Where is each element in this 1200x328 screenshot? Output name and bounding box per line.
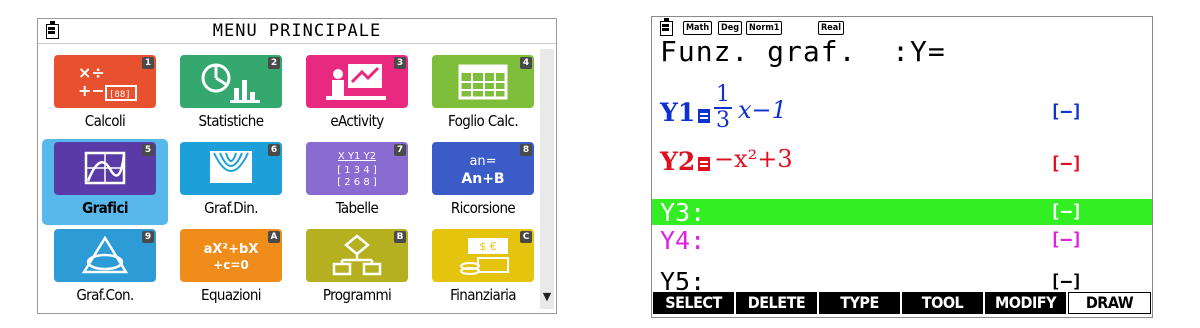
tile-tabelle[interactable]: X Y1 Y2 [ 1 3 4 ] [ 2 6 8 ] 7 Tabelle [294,139,420,225]
selected-equals-icon [698,109,710,123]
graph-function-screen: Math Deg Norm1 Real Funz. graf. :Y= Y1 1… [651,16,1153,318]
graph-title: Funz. graf. :Y= [660,35,946,68]
function-row-y4[interactable]: Y4: [—] [652,226,1152,255]
function-expression: x−1 [738,96,787,124]
scroll-down-icon[interactable]: ▼ [540,287,554,307]
main-menu-screen: MENU PRINCIPALE ×÷ +− [88] 1 Calcoli 2 S… [37,18,557,314]
function-row-y3[interactable]: Y3: [—] [652,198,1152,227]
tile-grafici[interactable]: 5 Grafici [42,139,168,225]
line-style[interactable]: [—] [1050,271,1083,291]
tile-graf-din[interactable]: 6 Graf.Din. [168,139,294,225]
equation-icon: aX²+bX +c=0 [180,229,282,282]
svg-text:×÷: ×÷ [78,63,105,82]
spreadsheet-icon [432,55,534,108]
svg-text:+−: +− [78,81,105,100]
function-key-bar: SELECT DELETE TYPE TOOL MODIFY DRAW [653,292,1151,316]
svg-text:an=: an= [469,154,496,169]
tile-graf-con[interactable]: 9 Graf.Con. [42,226,168,312]
tile-finanziaria[interactable]: $ € C Finanziaria [420,226,546,312]
eactivity-icon [306,55,408,108]
selected-equals-icon [698,157,710,171]
f4-tool-button[interactable]: TOOL [902,292,983,314]
line-style[interactable]: [—] [1050,201,1083,222]
graph-icon [54,142,156,195]
tile-eactivity[interactable]: 3 eActivity [294,52,420,138]
angle-mode-badge: Deg [718,21,743,35]
table-icon: X Y1 Y2 [ 1 3 4 ] [ 2 6 8 ] [306,142,408,195]
calculator-icon: ×÷ +− [88] [54,55,156,108]
f1-select-button[interactable]: SELECT [653,292,734,314]
f5-modify-button[interactable]: MODIFY [985,292,1066,314]
line-style[interactable]: [—] [1050,153,1083,174]
complex-mode-badge: Real [818,21,844,35]
svg-text:+c=0: +c=0 [213,258,249,272]
function-row-y1[interactable]: Y1 1 3 x−1 [—] [652,83,1152,141]
tile-programmi[interactable]: B Programmi [294,226,420,312]
line-style[interactable]: [—] [1050,101,1083,122]
tile-foglio-calc[interactable]: 4 Foglio Calc. [420,52,546,138]
conic-graph-icon [54,229,156,282]
f6-draw-button[interactable]: DRAW [1068,292,1151,314]
svg-text:$ €: $ € [479,240,497,253]
display-mode-badge: Norm1 [746,21,783,35]
function-row-y5[interactable]: Y5: [—] [652,255,1152,291]
math-mode-badge: Math [683,21,713,35]
svg-text:[88]: [88] [109,90,131,100]
function-row-y2[interactable]: Y2 −x²+3 [—] [652,141,1152,187]
menu-title: MENU PRINCIPALE [212,21,382,41]
fraction-numerator: 1 [716,82,730,107]
tile-statistiche[interactable]: 2 Statistiche [168,52,294,138]
f3-type-button[interactable]: TYPE [819,292,900,314]
recursion-icon: an= An+B [432,142,534,195]
menu-title-bar: MENU PRINCIPALE [38,19,556,44]
statistics-icon [180,55,282,108]
finance-icon: $ € [432,229,534,282]
svg-text:An+B: An+B [461,171,504,187]
line-style[interactable]: [—] [1050,229,1083,250]
tile-ricorsione[interactable]: an= An+B 8 Ricorsione [420,139,546,225]
menu-scrollbar[interactable] [540,49,554,309]
dynamic-graph-icon [180,142,282,195]
tile-equazioni[interactable]: aX²+bX +c=0 A Equazioni [168,226,294,312]
tile-calcoli[interactable]: ×÷ +− [88] 1 Calcoli [42,52,168,138]
svg-text:aX²+bX: aX²+bX [204,242,259,257]
svg-text:[ 2 6 8 ]: [ 2 6 8 ] [337,177,377,188]
fraction-denominator: 3 [716,108,730,133]
status-bar: Math Deg Norm1 Real [652,17,1152,37]
battery-icon [660,18,673,36]
f2-delete-button[interactable]: DELETE [736,292,817,314]
program-flowchart-icon [306,229,408,282]
svg-text:X Y1 Y2: X Y1 Y2 [338,151,376,162]
svg-text:[ 1 3 4 ]: [ 1 3 4 ] [337,165,377,176]
function-expression: −x²+3 [714,145,793,173]
